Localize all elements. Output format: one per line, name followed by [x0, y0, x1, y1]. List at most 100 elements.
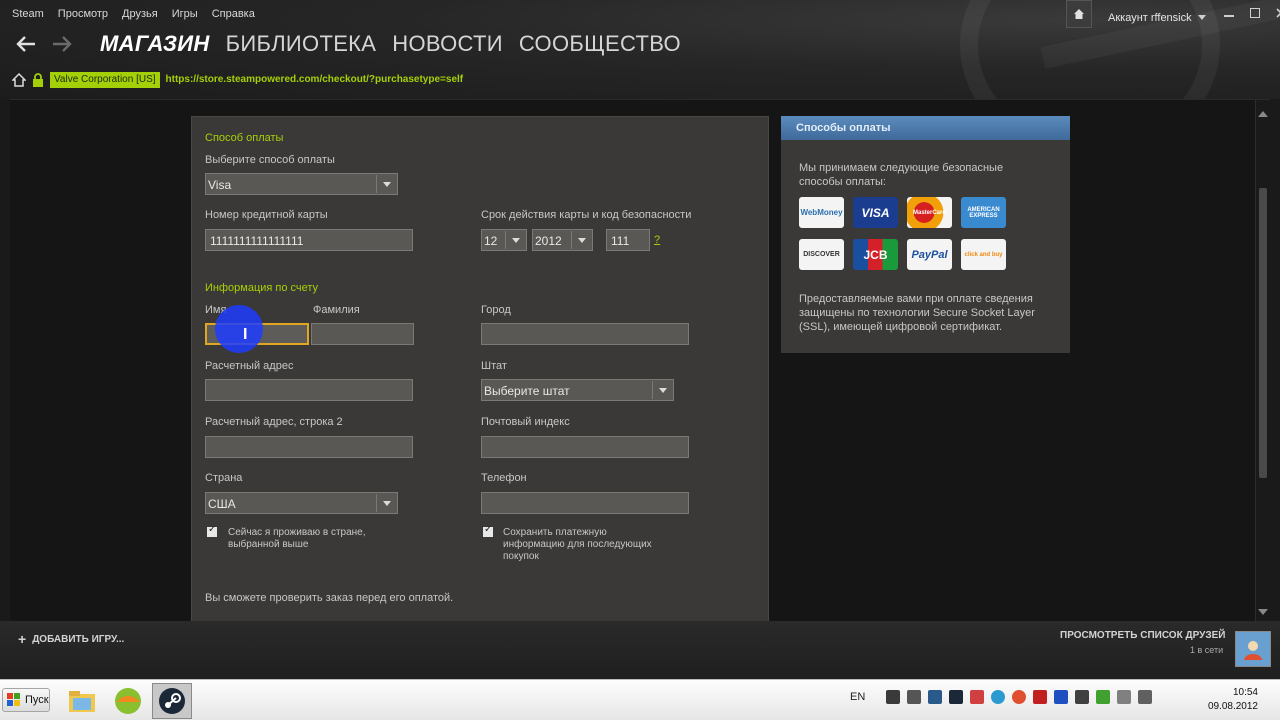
- tray-globe-icon[interactable]: [991, 690, 1006, 704]
- back-button[interactable]: [12, 30, 40, 58]
- tray-monitor-icon[interactable]: [928, 690, 943, 704]
- expiry-label: Срок действия карты и код безопасности: [481, 209, 692, 221]
- page-url[interactable]: https://store.steampowered.com/checkout/…: [166, 74, 464, 85]
- lock-icon: [33, 72, 43, 87]
- steam-chrome: Steam Просмотр Друзья Игры Справка Аккау…: [0, 0, 1280, 160]
- nav-news[interactable]: НОВОСТИ: [392, 31, 503, 57]
- tray-steam-icon[interactable]: [907, 690, 922, 704]
- address-label: Расчетный адрес: [205, 360, 294, 372]
- menu-friends[interactable]: Друзья: [122, 8, 158, 20]
- reside-in-country-label: Сейчас я проживаю в стране, выбранной вы…: [228, 527, 366, 550]
- taskbar-media[interactable]: [108, 683, 148, 719]
- tray-app-icon[interactable]: [886, 690, 901, 704]
- zip-label: Почтовый индекс: [481, 416, 570, 428]
- certificate-badge[interactable]: Valve Corporation [US]: [50, 71, 160, 88]
- city-input[interactable]: [481, 323, 689, 345]
- forward-button[interactable]: [48, 30, 76, 58]
- friends-online-count: 1 в сети: [1190, 645, 1224, 655]
- reside-in-country-checkbox[interactable]: [207, 524, 217, 537]
- phone-input[interactable]: [481, 492, 689, 514]
- review-order-note: Вы сможете проверить заказ перед его опл…: [205, 592, 454, 604]
- clock-time: 10:54: [1232, 687, 1258, 698]
- taskbar-explorer[interactable]: [62, 683, 102, 719]
- start-button[interactable]: Пуск: [2, 688, 50, 712]
- country-select[interactable]: США: [205, 492, 398, 514]
- address2-input[interactable]: [205, 436, 413, 458]
- nav-store[interactable]: МАГАЗИН: [100, 31, 210, 57]
- card-number-label: Номер кредитной карты: [205, 209, 328, 221]
- maximize-button[interactable]: [1248, 6, 1262, 20]
- discover-logo: DISCOVER: [799, 239, 844, 270]
- address2-label: Расчетный адрес, строка 2: [205, 416, 343, 428]
- tray-network-off-icon[interactable]: [1075, 690, 1090, 704]
- big-picture-home-button[interactable]: [1066, 0, 1092, 28]
- scrollbar-thumb[interactable]: [1259, 188, 1267, 478]
- menu-help[interactable]: Справка: [212, 8, 255, 20]
- last-name-input[interactable]: [311, 323, 414, 345]
- tray-check-icon[interactable]: [1096, 690, 1111, 704]
- folder-icon: [69, 691, 95, 712]
- tray-antivirus-icon[interactable]: [1033, 690, 1048, 704]
- close-icon: [1276, 8, 1280, 18]
- language-indicator[interactable]: EN: [850, 691, 865, 703]
- taskbar-steam[interactable]: [152, 683, 192, 719]
- expiry-month-select[interactable]: 12: [481, 229, 527, 251]
- windows-logo-icon: [7, 693, 20, 706]
- visa-logo: VISA: [853, 197, 898, 228]
- account-menu[interactable]: Аккаунт rffensick: [1108, 12, 1206, 24]
- windows-taskbar: Пуск EN 10:54 09.08.2012: [0, 679, 1280, 720]
- account-label: Аккаунт rffensick: [1108, 12, 1192, 24]
- media-player-icon: [115, 688, 141, 714]
- webmoney-logo: WebMoney: [799, 197, 844, 228]
- scroll-up-icon[interactable]: [1258, 104, 1268, 117]
- tray-steam2-icon[interactable]: [949, 690, 964, 704]
- close-button[interactable]: [1274, 6, 1280, 20]
- nav-library[interactable]: БИБЛИОТЕКА: [226, 31, 377, 57]
- add-game-label: ДОБАВИТЬ ИГРУ...: [32, 633, 125, 645]
- plus-icon: +: [18, 631, 27, 647]
- mastercard-logo: MasterCard: [907, 197, 952, 228]
- city-label: Город: [481, 304, 511, 316]
- add-game-button[interactable]: + ДОБАВИТЬ ИГРУ...: [18, 631, 124, 647]
- clickandbuy-logo: click and buy: [961, 239, 1006, 270]
- minimize-button[interactable]: [1222, 6, 1236, 20]
- address-input[interactable]: [205, 379, 413, 401]
- tray-shield-icon[interactable]: [970, 690, 985, 704]
- state-value: Выберите штат: [484, 384, 570, 398]
- menu-steam[interactable]: Steam: [12, 8, 44, 20]
- payment-methods-intro: Мы принимаем следующие безопасные способ…: [799, 162, 1004, 188]
- expiry-year-select[interactable]: 2012: [532, 229, 593, 251]
- nav-community[interactable]: СООБЩЕСТВО: [519, 31, 681, 57]
- friends-avatar-icon[interactable]: [1235, 631, 1271, 667]
- bluetooth-icon[interactable]: [1054, 690, 1069, 704]
- network-icon[interactable]: [1117, 690, 1132, 704]
- ssl-security-note: Предоставляемые вами при оплате сведения…: [799, 293, 1035, 333]
- system-clock[interactable]: 10:54 09.08.2012: [1202, 686, 1258, 714]
- save-payment-info-checkbox[interactable]: [483, 524, 493, 537]
- tray-opera-icon[interactable]: [1012, 690, 1027, 704]
- menu-view[interactable]: Просмотр: [58, 8, 108, 20]
- minimize-icon: [1224, 15, 1234, 17]
- chevron-down-icon: [652, 381, 672, 399]
- expiry-month-value: 12: [484, 234, 498, 248]
- volume-icon[interactable]: [1138, 690, 1153, 704]
- view-friends-button[interactable]: ПРОСМОТРЕТЬ СПИСОК ДРУЗЕЙ: [1060, 630, 1225, 641]
- jcb-logo: JCB: [853, 239, 898, 270]
- payment-method-select[interactable]: Visa: [205, 173, 398, 195]
- vertical-scrollbar[interactable]: [1255, 100, 1270, 622]
- zip-input[interactable]: [481, 436, 689, 458]
- phone-label: Телефон: [481, 472, 527, 484]
- card-number-input[interactable]: 1111111111111111: [205, 229, 413, 251]
- expiry-year-value: 2012: [535, 234, 562, 248]
- payment-methods-header: Способы оплаты: [781, 116, 1070, 140]
- menu-games[interactable]: Игры: [172, 8, 198, 20]
- country-label: Страна: [205, 472, 243, 484]
- payment-method-value: Visa: [208, 178, 232, 192]
- scroll-down-icon[interactable]: [1258, 603, 1268, 615]
- home-icon[interactable]: [12, 72, 26, 87]
- text-cursor-icon: I: [243, 326, 248, 343]
- state-select[interactable]: Выберите штат: [481, 379, 674, 401]
- maximize-icon: [1250, 8, 1260, 18]
- security-code-help-link[interactable]: ?: [654, 234, 660, 246]
- security-code-input[interactable]: 111: [606, 229, 650, 251]
